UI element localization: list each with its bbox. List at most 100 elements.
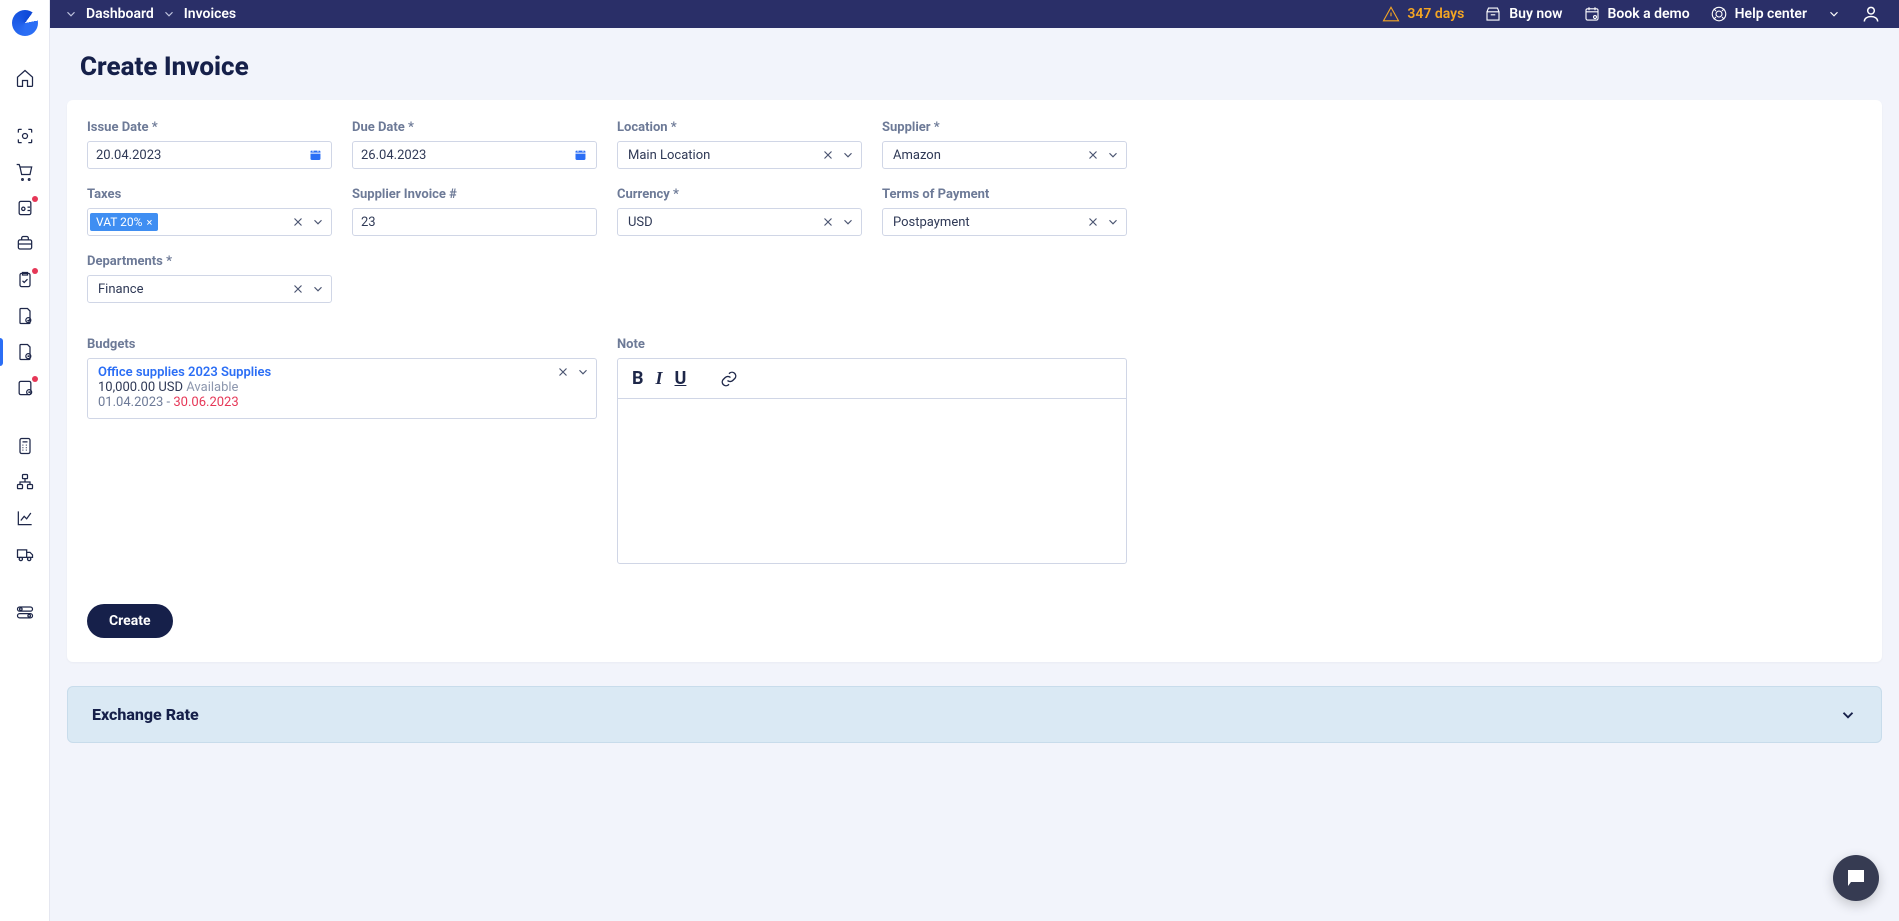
link-icon[interactable] xyxy=(720,370,738,388)
sidebar-item-documents[interactable] xyxy=(0,298,50,334)
calendar-icon[interactable] xyxy=(308,147,323,163)
select-departments[interactable]: Finance xyxy=(87,275,332,303)
buy-now-button[interactable]: Buy now xyxy=(1484,5,1562,23)
select-supplier[interactable]: Amazon xyxy=(882,141,1127,169)
help-center-button[interactable]: Help center xyxy=(1710,5,1807,23)
select-terms[interactable]: Postpayment xyxy=(882,208,1127,236)
sidebar-item-home[interactable] xyxy=(0,60,50,96)
due-date-input[interactable] xyxy=(361,148,573,163)
create-button[interactable]: Create xyxy=(87,604,173,638)
calculator-icon xyxy=(15,436,35,456)
terms-value: Postpayment xyxy=(893,215,1080,230)
clear-icon[interactable] xyxy=(291,215,305,229)
clear-icon[interactable] xyxy=(1086,215,1100,229)
book-demo-button[interactable]: Book a demo xyxy=(1583,5,1690,23)
user-icon[interactable] xyxy=(1861,4,1881,24)
bold-button[interactable]: B xyxy=(632,368,644,389)
chevron-down-icon[interactable] xyxy=(841,148,855,162)
input-issue-date[interactable] xyxy=(87,141,332,169)
sidebar-item-reports[interactable] xyxy=(0,500,50,536)
sidebar-item-shipping[interactable] xyxy=(0,536,50,572)
invoice-icon xyxy=(15,342,35,362)
sidebar-item-calculator[interactable] xyxy=(0,428,50,464)
select-taxes[interactable]: VAT 20% × xyxy=(87,208,332,236)
clipboard-check-icon xyxy=(15,270,35,290)
sidebar-item-receipts[interactable] xyxy=(0,226,50,262)
sidebar-item-org[interactable] xyxy=(0,464,50,500)
supplier-invoice-input[interactable] xyxy=(361,215,588,230)
trial-days[interactable]: 347 days xyxy=(1382,5,1464,23)
label-terms: Terms of Payment xyxy=(882,187,1127,202)
toggle-icon xyxy=(15,602,35,622)
field-currency: Currency * USD xyxy=(617,187,862,236)
app-logo[interactable] xyxy=(12,10,38,36)
chevron-down-icon[interactable] xyxy=(841,215,855,229)
label-currency: Currency * xyxy=(617,187,862,202)
label-taxes: Taxes xyxy=(87,187,332,202)
notification-dot xyxy=(32,268,38,274)
budget-title: Office supplies 2023 Supplies xyxy=(98,365,586,380)
clear-icon[interactable] xyxy=(821,148,835,162)
exchange-rate-panel[interactable]: Exchange Rate xyxy=(67,686,1882,743)
field-issue-date: Issue Date * xyxy=(87,120,332,169)
sidebar-item-settings[interactable] xyxy=(0,594,50,630)
label-note: Note xyxy=(617,337,1127,352)
chevron-down-icon[interactable] xyxy=(311,215,325,229)
select-currency[interactable]: USD xyxy=(617,208,862,236)
home-icon xyxy=(15,68,35,88)
note-textarea[interactable] xyxy=(618,399,1126,563)
sidebar-item-approvals[interactable] xyxy=(0,262,50,298)
chevron-down-icon[interactable] xyxy=(1106,148,1120,162)
input-supplier-invoice[interactable] xyxy=(352,208,597,236)
label-supplier-invoice: Supplier Invoice # xyxy=(352,187,597,202)
underline-button[interactable]: U xyxy=(675,368,687,389)
departments-value: Finance xyxy=(98,282,285,297)
expense-icon xyxy=(15,378,35,398)
chevron-down-icon[interactable] xyxy=(1106,215,1120,229)
note-column: Note B I U xyxy=(617,337,1127,564)
trial-days-text: 347 days xyxy=(1407,6,1464,22)
clear-icon[interactable] xyxy=(1086,148,1100,162)
field-taxes: Taxes VAT 20% × xyxy=(87,187,332,236)
clear-icon[interactable] xyxy=(556,365,570,379)
remove-tag-icon[interactable]: × xyxy=(146,216,152,229)
chevron-down-icon xyxy=(1839,706,1857,724)
sidebar-item-cart[interactable] xyxy=(0,154,50,190)
chevron-down-icon[interactable] xyxy=(1827,7,1841,21)
chevron-down-icon[interactable] xyxy=(64,7,78,21)
budget-start-date: 01.04.2023 xyxy=(98,395,163,410)
note-editor: B I U xyxy=(617,358,1127,564)
budget-card[interactable]: Office supplies 2023 Supplies 10,000.00 … xyxy=(87,358,597,419)
chevron-down-icon[interactable] xyxy=(162,7,176,21)
breadcrumb: Dashboard Invoices xyxy=(64,6,236,22)
field-due-date: Due Date * xyxy=(352,120,597,169)
location-value: Main Location xyxy=(628,148,815,163)
breadcrumb-dashboard[interactable]: Dashboard xyxy=(86,6,154,22)
chat-widget[interactable] xyxy=(1833,855,1879,901)
breadcrumb-invoices[interactable]: Invoices xyxy=(184,6,236,22)
sidebar-item-requests[interactable] xyxy=(0,118,50,154)
input-due-date[interactable] xyxy=(352,141,597,169)
warning-icon xyxy=(1382,5,1400,23)
select-location[interactable]: Main Location xyxy=(617,141,862,169)
chevron-down-icon[interactable] xyxy=(311,282,325,296)
clear-icon[interactable] xyxy=(821,215,835,229)
chat-icon xyxy=(1844,866,1868,890)
exchange-rate-title: Exchange Rate xyxy=(92,705,199,724)
sidebar-item-invoices[interactable] xyxy=(0,334,50,370)
italic-button[interactable]: I xyxy=(656,368,663,389)
sidebar-item-expenses[interactable] xyxy=(0,370,50,406)
budget-amount: 10,000.00 USD xyxy=(98,380,183,395)
sidebar xyxy=(0,0,50,921)
chevron-down-icon[interactable] xyxy=(576,365,590,379)
sidebar-item-orders[interactable] xyxy=(0,190,50,226)
page-title: Create Invoice xyxy=(50,28,1899,100)
receipts-icon xyxy=(15,234,35,254)
clear-icon[interactable] xyxy=(291,282,305,296)
calendar-icon[interactable] xyxy=(573,147,588,163)
orders-icon xyxy=(15,198,35,218)
label-location: Location * xyxy=(617,120,862,135)
cart-icon xyxy=(15,162,35,182)
issue-date-input[interactable] xyxy=(96,148,308,163)
budgets-column: Budgets Office supplies 2023 Supplies 10… xyxy=(87,337,597,564)
